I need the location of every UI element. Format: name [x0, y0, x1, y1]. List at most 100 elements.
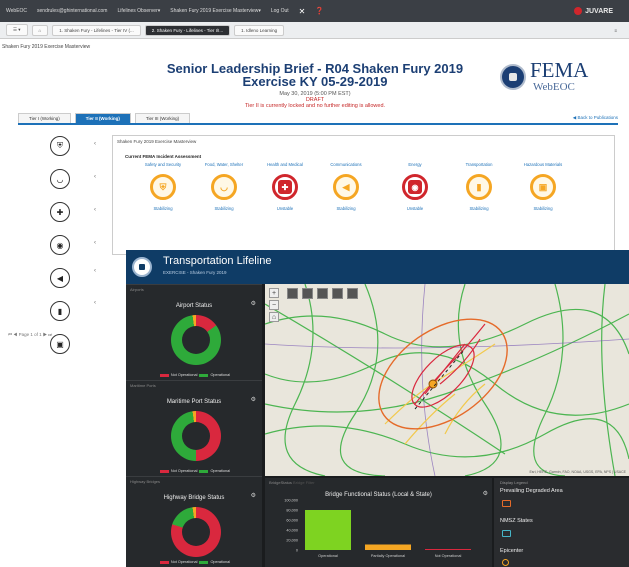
home-extent-icon[interactable]: ⌂: [269, 312, 279, 322]
tab-menu-icon[interactable]: ≡: [614, 28, 617, 33]
y-tick-label: 0: [296, 549, 298, 553]
energy-icon[interactable]: ◉: [50, 235, 70, 255]
y-tick-label: 40,000: [286, 529, 298, 533]
transportation-icon: ▮: [466, 174, 492, 200]
breadcrumb: Shaken Fury 2019 Exercise Masterview: [2, 44, 91, 50]
fema-seal-icon: [132, 257, 152, 277]
shield-icon[interactable]: ⛨: [50, 136, 70, 156]
assessment-heading: Current FEMA Incident Assessment: [125, 154, 202, 159]
chevron-left-icon[interactable]: ‹: [94, 141, 96, 147]
maritime-port-widget: Maritime Ports Maritime Port Status ⚙ No…: [126, 380, 262, 476]
transportation-dashboard: Transportation Lifeline EXERCISE - Shake…: [126, 250, 629, 567]
epicenter-icon: [502, 559, 509, 566]
panel-title: Shaken Fury 2019 Exercise Masterview: [117, 139, 197, 144]
legend-item-epicenter: Epicenter: [500, 548, 524, 554]
bridge-donut: [171, 507, 221, 557]
widget-title: Maritime Port Status: [166, 399, 222, 405]
juvare-brand: JUVARE: [574, 7, 623, 15]
donut-legend: Not Operational Operational: [126, 373, 262, 377]
lifeline-transportation[interactable]: Transportation ▮ Stabilizing: [449, 162, 509, 211]
energy-icon: ◉: [402, 174, 428, 200]
pager: ⏮ ◀ Page 1 of 1 ▶ ⏭: [8, 332, 53, 337]
map-graphic: [265, 284, 629, 476]
menu-button[interactable]: ☰ ▾: [6, 24, 28, 36]
food-icon: ◡: [211, 174, 237, 200]
tab-tier-3[interactable]: Tier III (Working): [134, 113, 191, 123]
basemap-icon[interactable]: [302, 288, 313, 299]
brief-header: Senior Leadership Brief - R04 Shaken Fur…: [100, 62, 530, 109]
tab-idleno-learning[interactable]: 1. Idleno Learning: [234, 24, 285, 36]
widget-title: Airport Status: [175, 303, 213, 309]
map-toolbar: [287, 288, 362, 299]
gear-icon[interactable]: ⚙: [251, 396, 256, 403]
dashboard-exercise: EXERCISE - Shaken Fury 2019: [163, 270, 227, 275]
print-icon[interactable]: [347, 288, 358, 299]
airport-status-widget: Airports Airport Status ⚙ Not Operationa…: [126, 284, 262, 380]
legend-item-nmsz-states: NMSZ States: [500, 518, 533, 524]
chevron-left-icon[interactable]: ‹: [94, 268, 96, 274]
tab-lifelines-tier-iv[interactable]: 1. Shaken Fury - Lifelines - Tier IV (..…: [52, 24, 141, 36]
incident-assessment-panel: Shaken Fury 2019 Exercise Masterview Cur…: [112, 135, 615, 255]
chevron-left-icon[interactable]: ‹: [94, 240, 96, 246]
gear-icon[interactable]: ⚙: [251, 492, 256, 499]
bridge-bar-chart: 100,000 80,000 60,000 40,000 20,000 0 Operatio…: [284, 499, 471, 558]
help-icon[interactable]: ❓: [315, 7, 324, 15]
transportation-icon[interactable]: ▮: [50, 301, 70, 321]
page-subtitle: Exercise KY 05-29-2019: [242, 74, 388, 89]
degraded-area-icon: [502, 500, 511, 507]
bar[interactable]: [305, 510, 351, 550]
bridge-status-chart-panel: BridgeStatus Bridge Filter Bridge Functi…: [265, 478, 492, 567]
dashboard-header: Transportation Lifeline EXERCISE - Shake…: [126, 250, 629, 284]
y-tick-label: 20,000: [286, 539, 298, 543]
juvare-logo-icon: [574, 7, 583, 15]
position-selector[interactable]: Lifelines Observer▾: [117, 8, 160, 14]
zoom-out-button[interactable]: −: [269, 300, 279, 310]
tab-tier-2[interactable]: Tier II (Working): [74, 113, 131, 123]
legend-icon[interactable]: [317, 288, 328, 299]
shield-icon: ⛨: [150, 174, 176, 200]
chevron-left-icon[interactable]: ‹: [94, 207, 96, 213]
lifeline-communications[interactable]: Communications ◀ Stabilizing: [316, 162, 376, 211]
layers-icon[interactable]: [287, 288, 298, 299]
lifeline-hazmat[interactable]: Hazardous Materials ▣ Stabilizing: [513, 162, 573, 211]
locked-notice: Tier II is currently locked and no furth…: [244, 103, 386, 109]
chevron-left-icon[interactable]: ‹: [94, 174, 96, 180]
webeoc-link[interactable]: WebEOC: [6, 8, 27, 14]
close-icon[interactable]: ✕: [299, 7, 306, 16]
food-icon[interactable]: ◡: [50, 169, 70, 189]
chevron-left-icon[interactable]: ‹: [94, 300, 96, 306]
lifeline-energy[interactable]: Energy ◉ Unstable: [385, 162, 445, 211]
communications-icon: ◀: [333, 174, 359, 200]
x-tick-label: Not Operational: [435, 554, 462, 558]
nmsz-states-icon: [502, 530, 511, 537]
hazmat-icon[interactable]: ▣: [50, 334, 70, 354]
fema-webeoc-logo: FEMA WebEOC: [500, 58, 600, 98]
bar[interactable]: [425, 549, 471, 550]
hazmat-icon: ▣: [530, 174, 556, 200]
map-zoom-controls: + − ⌂: [269, 288, 279, 324]
x-tick-label: Partially Operational: [371, 554, 405, 558]
impact-map[interactable]: + − ⌂ Esri, HERE, Garmin, FAO, NOAA, USG…: [265, 284, 629, 476]
back-to-publications-link[interactable]: ◀ Back to Publications: [573, 115, 618, 123]
zoom-in-button[interactable]: +: [269, 288, 279, 298]
incident-selector[interactable]: Shaken Fury 2019 Exercise Masterview▾: [170, 8, 261, 14]
tab-lifelines-tier-i[interactable]: 2. Shaken Fury - Lifelines - Tier I/I...: [144, 24, 231, 36]
tab-tier-1[interactable]: Tier I (Working): [18, 113, 71, 123]
logout-link[interactable]: Log Out: [271, 8, 289, 14]
communications-icon[interactable]: ◀: [50, 268, 70, 288]
bar[interactable]: [365, 544, 411, 551]
user-email[interactable]: sendrules@ghinternational.com: [37, 8, 107, 14]
y-tick-label: 100,000: [284, 499, 298, 503]
map-attribution: Esri, HERE, Garmin, FAO, NOAA, USGS, EPA…: [529, 470, 626, 474]
highway-bridge-widget: Highway Bridges Highway Bridge Status ⚙ …: [126, 476, 262, 567]
display-legend-panel: Display Legend Prevailing Degraded Area …: [494, 478, 629, 567]
lifeline-safety[interactable]: Safety and Security ⛨ Stabilizing: [133, 162, 193, 211]
measure-icon[interactable]: [332, 288, 343, 299]
gear-icon[interactable]: ⚙: [251, 300, 256, 307]
lifeline-health[interactable]: Health and Medical ✚ Unstable: [255, 162, 315, 211]
lifeline-food[interactable]: Food, Water, Shelter ◡ Stabilizing: [194, 162, 254, 211]
dashboard-title: Transportation Lifeline: [163, 255, 272, 267]
widget-title: Highway Bridge Status: [163, 495, 225, 501]
home-icon[interactable]: ⌂: [31, 24, 49, 36]
medical-icon[interactable]: ✚: [50, 202, 70, 222]
